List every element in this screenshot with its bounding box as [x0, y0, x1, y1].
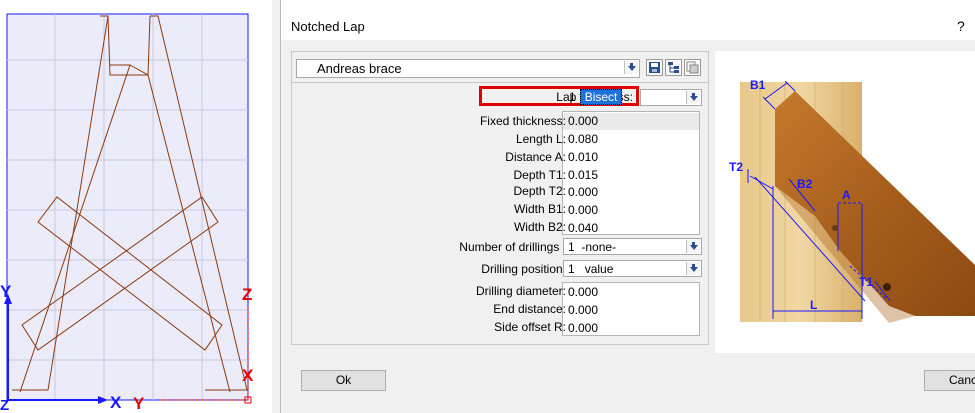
chevron-down-icon[interactable]: [686, 262, 700, 275]
axis-y-label: Y: [0, 282, 12, 301]
drilling-position-dropdown[interactable]: 1 value: [563, 260, 702, 277]
lap-thickness-selected: Bisect: [579, 89, 623, 105]
param-value[interactable]: 0.010: [568, 150, 598, 164]
dialog-title: Notched Lap: [291, 19, 365, 34]
save-icon[interactable]: [646, 59, 663, 76]
param-label: Width B1:: [513, 202, 566, 216]
ok-button[interactable]: Ok: [301, 370, 386, 391]
dialog-titlebar[interactable]: Notched Lap ?: [281, 0, 975, 40]
drilling-position-value: value: [584, 262, 614, 276]
label-A: A: [842, 188, 851, 202]
label-B1: B1: [750, 78, 766, 92]
tree-icon[interactable]: [665, 59, 682, 76]
copy-icon[interactable]: [684, 59, 701, 76]
preset-dropdown[interactable]: Andreas brace: [296, 59, 640, 78]
drillings-dropdown[interactable]: 1 -none-: [563, 238, 702, 255]
chevron-down-icon[interactable]: [686, 91, 700, 104]
param-value[interactable]: 0.000: [568, 185, 598, 199]
label-T2: T2: [729, 160, 743, 174]
axis-y2-label: Y: [133, 394, 145, 413]
separator: [292, 82, 708, 83]
notched-lap-dialog: Notched Lap ? Andreas brace Lap thicknes…: [280, 0, 975, 413]
help-button[interactable]: ?: [957, 18, 965, 34]
lap-thickness-value[interactable]: 1 Bisect: [569, 89, 623, 105]
drill-param-label: Side offset R:: [494, 320, 566, 334]
param-label: Distance A:: [505, 150, 566, 164]
drillings-value: -none-: [581, 240, 617, 254]
chevron-down-icon[interactable]: [686, 240, 700, 253]
cad-viewport[interactable]: Y X Z Y Z X: [0, 0, 272, 413]
param-label: Length L:: [515, 132, 566, 146]
param-value[interactable]: 0.080: [568, 132, 598, 146]
label-T1: T1: [859, 275, 873, 289]
label-B2: B2: [797, 177, 813, 191]
drillings-label: Number of drillings :: [459, 240, 566, 254]
param-label: Fixed thickness:: [479, 114, 566, 128]
drill-param-label: Drilling diameter:: [475, 284, 566, 298]
axis-z2-label: Z: [242, 285, 252, 304]
param-value[interactable]: 0.040: [568, 221, 598, 235]
param-value[interactable]: 0.015: [568, 168, 598, 182]
joint-diagram: B1 T2 B2 A T1 L: [729, 78, 975, 323]
axis-x-label: X: [110, 393, 122, 412]
param-label: Width B2:: [513, 220, 566, 234]
parameter-panel: Andreas brace Lap thickness: 1Bisect Fix…: [291, 51, 709, 345]
drilling-position-label: Drilling position:: [481, 262, 566, 276]
drill-param-label: End distance:: [493, 302, 566, 316]
param-label: Depth T1:: [513, 168, 566, 182]
joint-preview: B1 T2 B2 A T1 L: [715, 51, 975, 353]
lap-thickness-dropdown[interactable]: [640, 89, 702, 106]
drill-param-value[interactable]: 0.000: [568, 303, 598, 317]
param-value[interactable]: 0.000: [568, 203, 598, 217]
param-label: Depth T2:: [513, 184, 566, 198]
preset-value: Andreas brace: [317, 61, 402, 76]
chevron-down-icon[interactable]: [624, 61, 638, 74]
label-L: L: [810, 298, 817, 312]
axis-z-label: Z: [0, 397, 9, 413]
drill-param-value[interactable]: 0.000: [568, 285, 598, 299]
cad-drawing: Y X Z Y Z X: [0, 13, 254, 413]
axis-x2-label: X: [242, 366, 254, 385]
cancel-button[interactable]: Cancel: [924, 370, 975, 391]
drill-param-value[interactable]: 0.000: [568, 321, 598, 335]
param-value[interactable]: 0.000: [568, 114, 598, 128]
